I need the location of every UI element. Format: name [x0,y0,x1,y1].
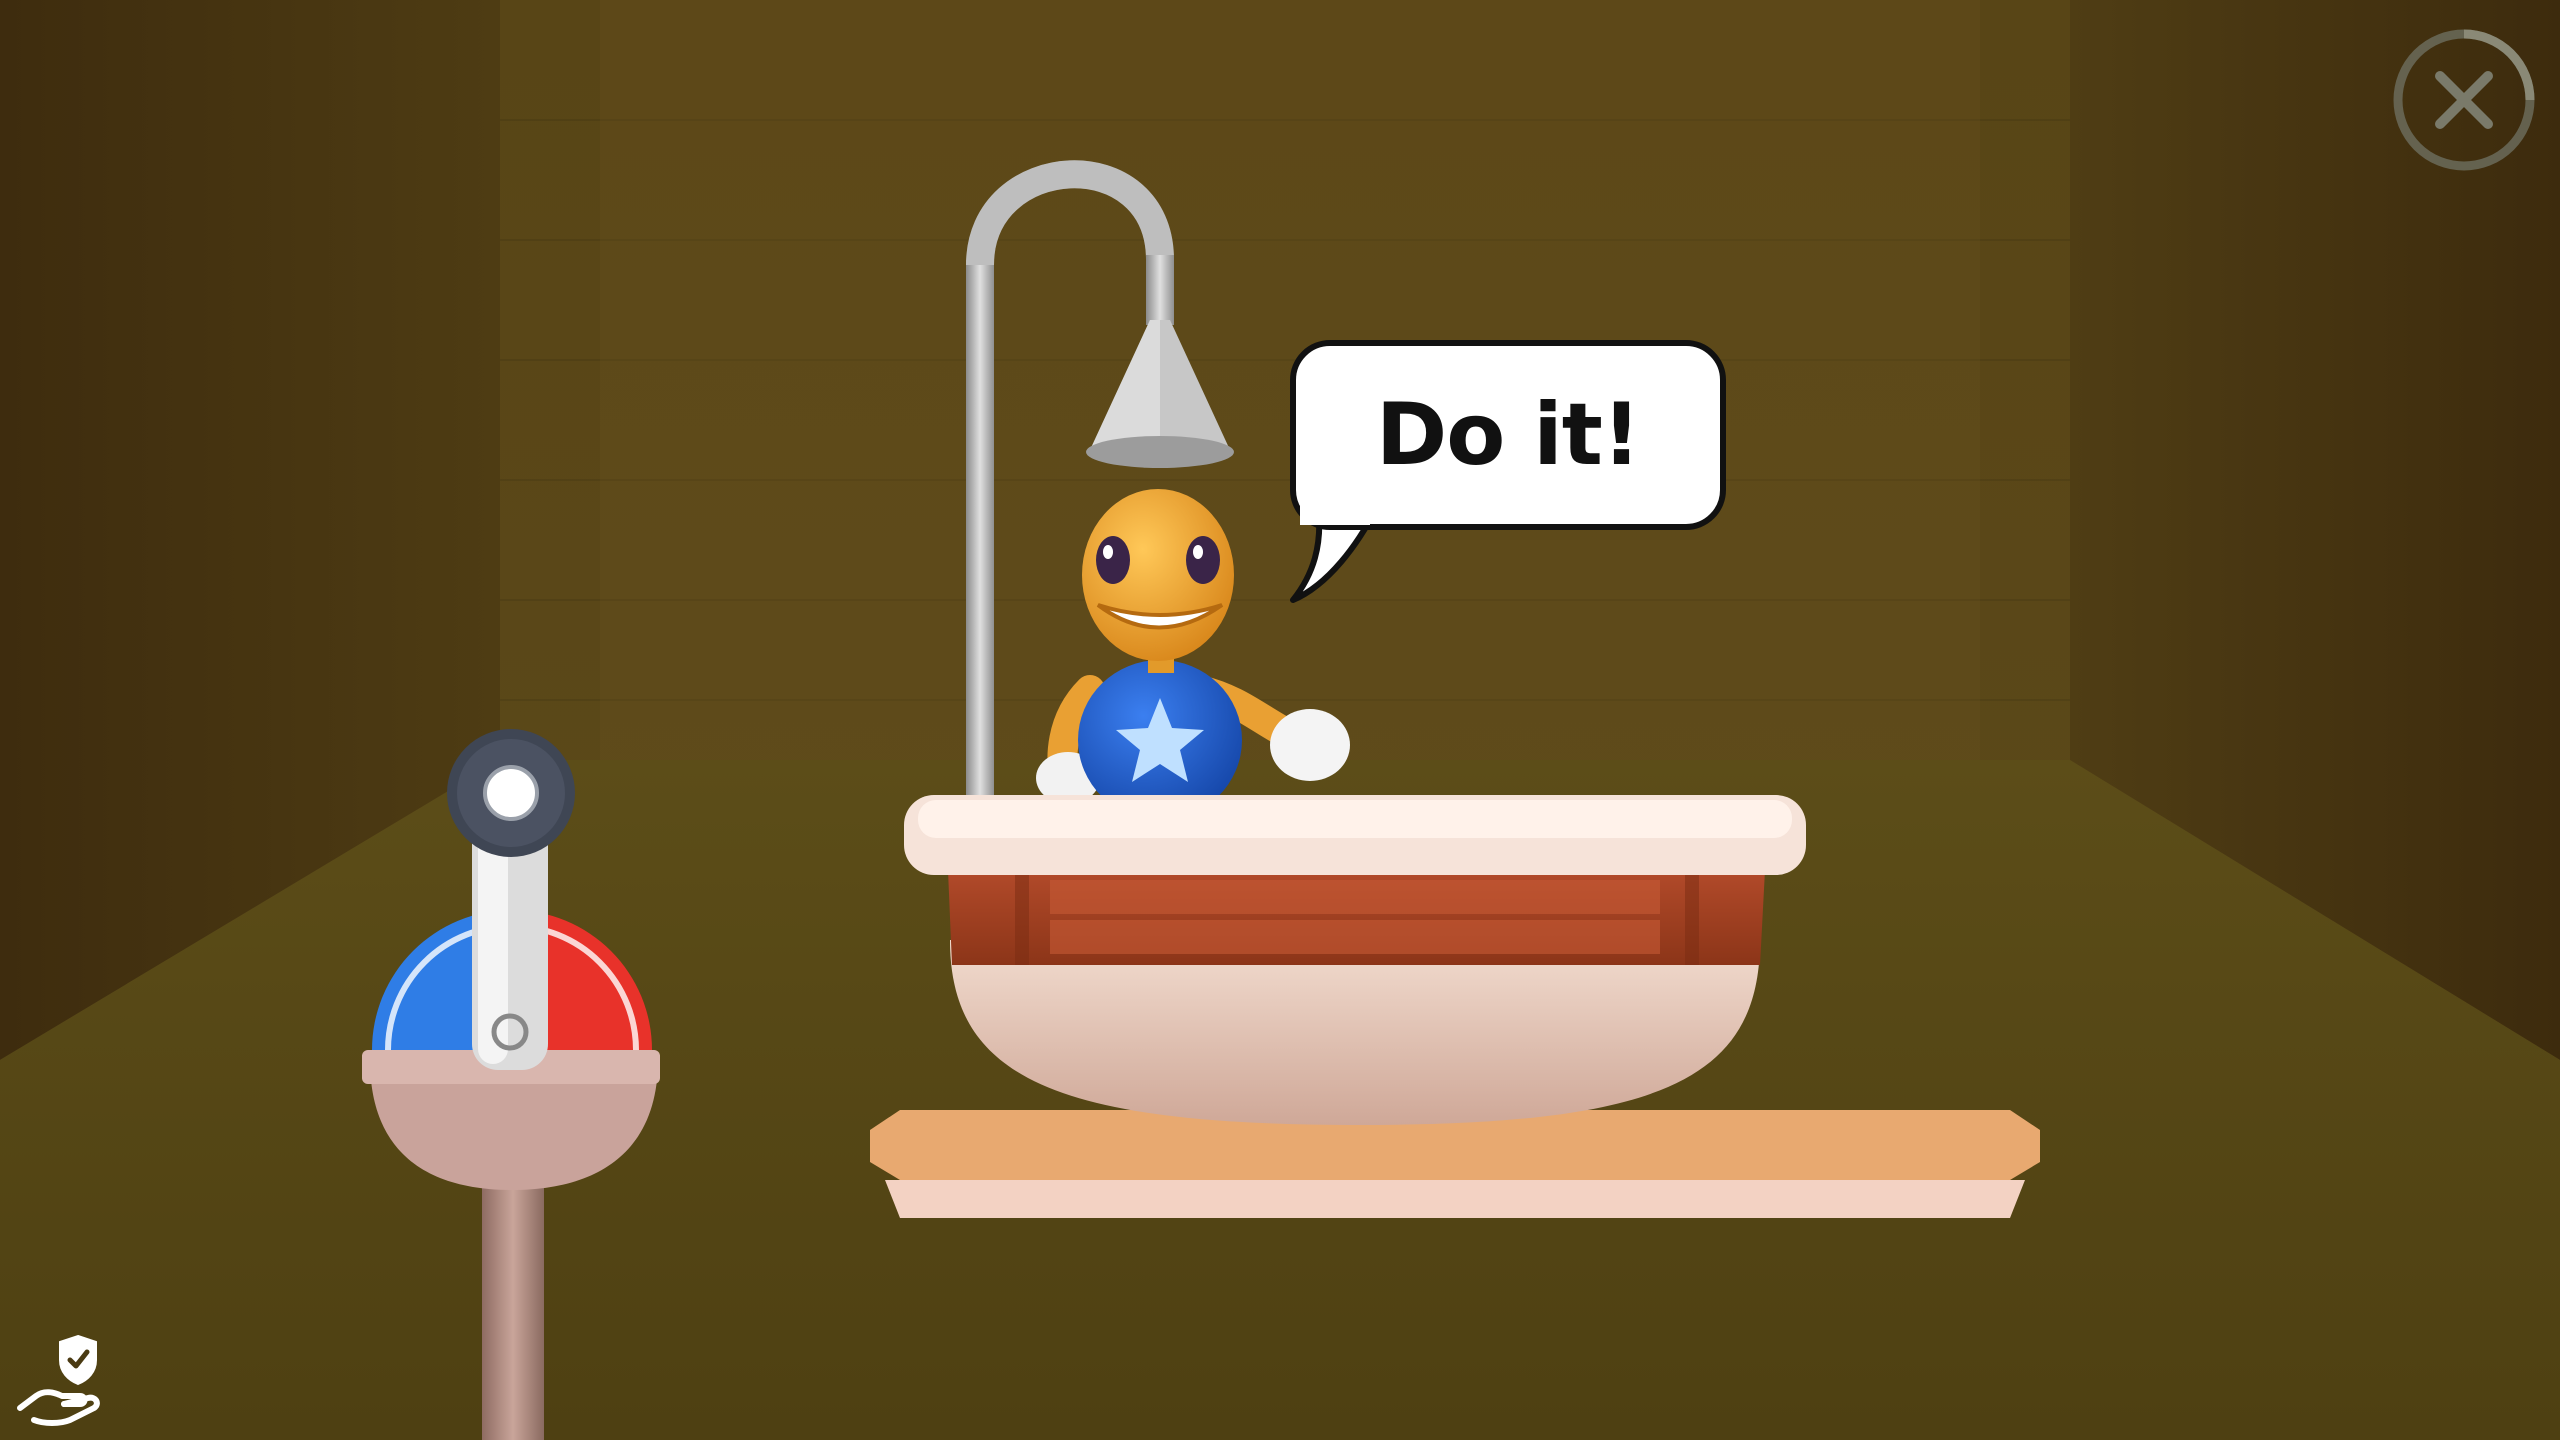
close-icon [2393,29,2535,171]
game-scene: Do it! [0,0,2560,1440]
lever-handle[interactable] [444,726,578,860]
room-background [0,0,2560,1440]
privacy-button[interactable] [14,1330,106,1426]
shield-hand-icon [17,1334,100,1426]
speech-bubble-text: Do it! [1375,385,1641,485]
close-button[interactable] [2390,26,2538,174]
speech-bubble-tail-join [1300,495,1370,525]
